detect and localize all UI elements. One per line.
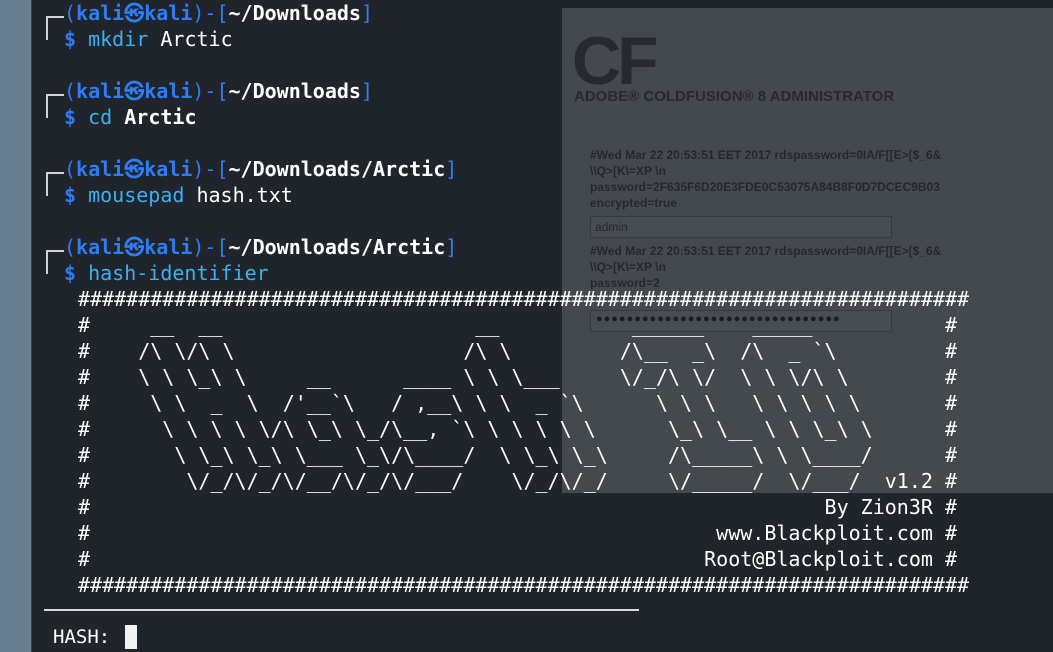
prompt-user: kali [76, 157, 125, 181]
prompt-user: kali [76, 79, 125, 103]
kali-icon: ㉿ [124, 157, 145, 181]
cf-config-line: password=2F635F6D20E3FDE0C53075A84B8F0D7… [590, 180, 940, 194]
prompt-host: kali [144, 235, 193, 259]
cf-username-value: admin [595, 220, 628, 234]
prompt-command-line: $ mkdir Arctic [64, 27, 233, 51]
kali-icon: ㉿ [124, 235, 145, 259]
prompt-user: kali [76, 1, 125, 25]
hash-input-label: HASH: [53, 626, 122, 648]
prompt-header: (kali㉿kali)-[~/Downloads/Arctic] [64, 235, 458, 259]
prompt-header: (kali㉿kali)-[~/Downloads] [64, 79, 374, 103]
prompt-host: kali [144, 157, 193, 181]
input-separator [44, 609, 639, 611]
cf-config-line: #Wed Mar 22 20:53:51 EET 2017 rdspasswor… [590, 244, 942, 258]
kali-icon: ㉿ [124, 1, 145, 25]
prompt-bracket-top [46, 16, 64, 40]
prompt-command-line: $ hash-identifier [64, 261, 269, 285]
prompt-path: ~/Downloads [228, 79, 361, 103]
prompt-host: kali [144, 1, 193, 25]
cf-username-field: admin [590, 216, 892, 238]
text-cursor[interactable] [125, 625, 137, 649]
command-args: Arctic [124, 105, 197, 129]
command-args: hash.txt [196, 183, 293, 207]
cf-config-line: #Wed Mar 22 20:53:51 EET 2017 rdspasswor… [590, 148, 942, 162]
command-name: hash-identifier [88, 261, 269, 285]
cf-config-line: \\Q>[K\=XP \n [590, 260, 666, 274]
prompt-command-line: $ mousepad hash.txt [64, 183, 293, 207]
prompt-command-line: $ cd Arctic [64, 105, 197, 129]
cf-config-line: encrypted=true [590, 196, 678, 210]
cf-config-line: \\Q>[K\=XP \n [590, 164, 666, 178]
prompt-host: kali [144, 79, 193, 103]
command-name: mousepad [88, 183, 185, 207]
prompt-bracket-top [46, 172, 64, 196]
prompt-path: ~/Downloads/Arctic [228, 235, 446, 259]
prompt-bracket-top [46, 250, 64, 274]
prompt-user: kali [76, 235, 125, 259]
command-args: Arctic [160, 27, 233, 51]
kali-icon: ㉿ [124, 79, 145, 103]
hash-identifier-banner: ########################################… [78, 287, 970, 597]
coldfusion-product-title: ADOBE® COLDFUSION® 8 ADMINISTRATOR [574, 88, 895, 105]
command-name: mkdir [88, 27, 149, 51]
prompt-path: ~/Downloads/Arctic [228, 157, 446, 181]
prompt-path: ~/Downloads [228, 1, 361, 25]
prompt-header: (kali㉿kali)-[~/Downloads] [64, 1, 374, 25]
command-name: cd [88, 105, 113, 129]
prompt-bracket-top [46, 94, 64, 118]
prompt-header: (kali㉿kali)-[~/Downloads/Arctic] [64, 157, 458, 181]
